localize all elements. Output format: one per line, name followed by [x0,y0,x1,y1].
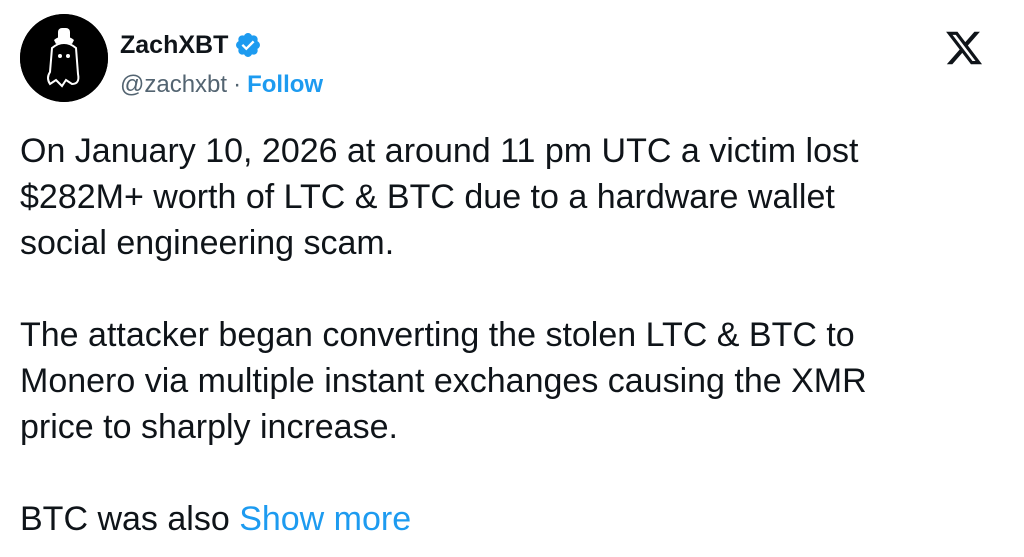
tweet-paragraph-3: BTC was also Show more [20,496,1004,542]
tweet-text: On January 10, 2026 at around 11 pm UTC … [20,128,1004,542]
handle[interactable]: @zachxbt [120,71,227,99]
tweet-header: ZachXBT @zachxbt · Follow [20,14,1004,106]
tweet-line: Monero via multiple instant exchanges ca… [20,362,867,400]
detective-ghost-avatar-icon [20,14,108,102]
tweet-line: On January 10, 2026 at around 11 pm UTC … [20,132,859,170]
display-name[interactable]: ZachXBT [120,31,228,60]
verified-badge-icon [234,31,262,59]
separator-dot: · [233,71,242,98]
show-more-link[interactable]: Show more [239,500,411,538]
tweet-line: social engineering scam. [20,224,395,262]
tweet-paragraph-2: The attacker began converting the stolen… [20,312,1004,450]
x-logo-icon[interactable] [944,28,984,68]
tweet-line: The attacker began converting the stolen… [20,316,855,354]
tweet-line-truncated: BTC was also [20,500,240,538]
name-row: ZachXBT [120,28,262,62]
tweet-line: price to sharply increase. [20,408,398,446]
tweet-paragraph-1: On January 10, 2026 at around 11 pm UTC … [20,128,1004,266]
follow-button[interactable]: Follow [247,71,323,99]
handle-row: @zachxbt · Follow [120,68,323,102]
tweet-line: $282M+ worth of LTC & BTC due to a hardw… [20,178,835,216]
avatar[interactable] [20,14,108,102]
